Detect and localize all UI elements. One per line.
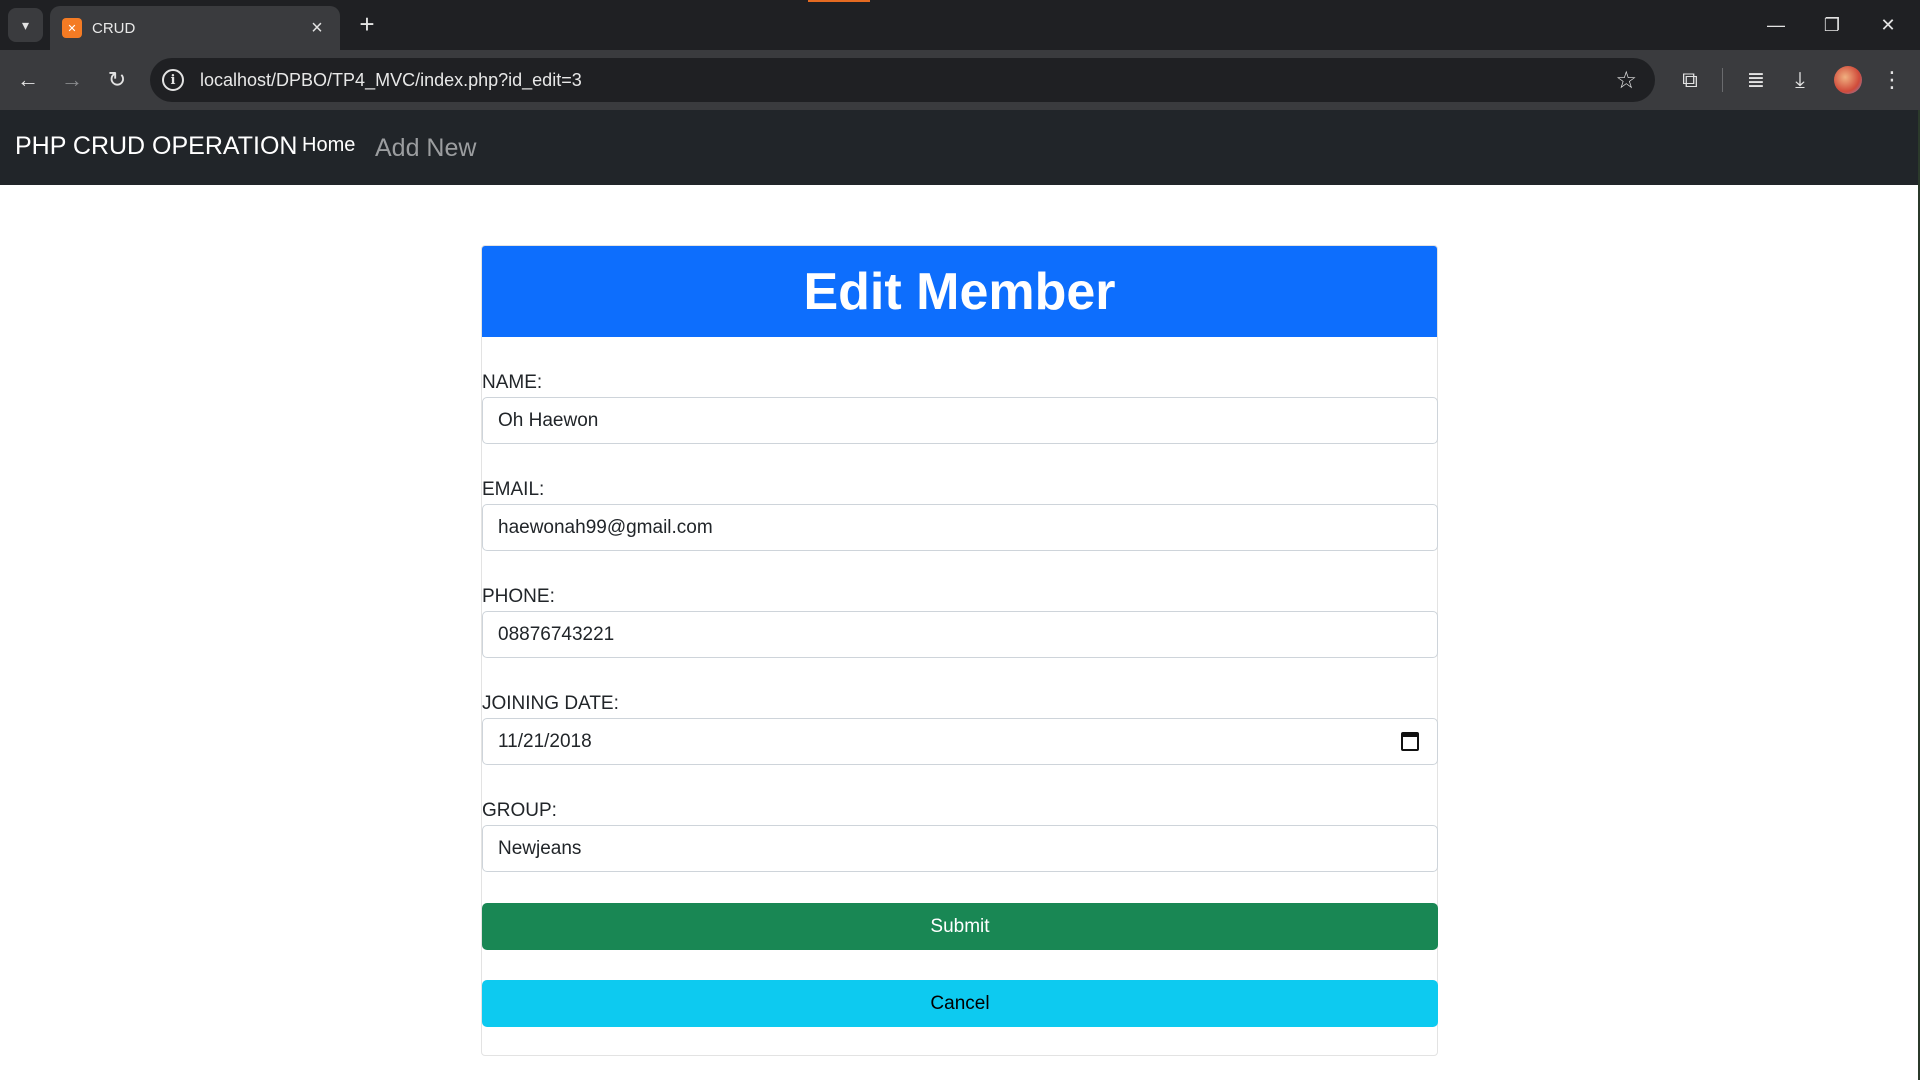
- group-value: Newjeans: [498, 837, 582, 859]
- tab-close-icon[interactable]: ×: [306, 18, 328, 38]
- email-label: EMAIL:: [482, 479, 545, 500]
- tab-search-chevron-icon[interactable]: ▾: [8, 8, 43, 42]
- window-close-icon[interactable]: ✕: [1866, 8, 1910, 42]
- joining-date-input[interactable]: 11/21/2018: [482, 718, 1438, 765]
- name-label: NAME:: [482, 372, 543, 393]
- phone-label: PHONE:: [482, 586, 555, 607]
- name-value: Oh Haewon: [498, 409, 599, 431]
- address-bar[interactable]: i localhost/DPBO/TP4_MVC/index.php?id_ed…: [150, 58, 1655, 102]
- page-title: Edit Member: [803, 262, 1116, 321]
- browser-toolbar: ← → ↻ i localhost/DPBO/TP4_MVC/index.php…: [0, 50, 1920, 110]
- calendar-icon[interactable]: [1401, 732, 1419, 751]
- group-input[interactable]: Newjeans: [482, 825, 1438, 872]
- back-arrow-icon[interactable]: ←: [12, 64, 44, 96]
- tab-title: CRUD: [92, 19, 136, 37]
- new-tab-plus-icon[interactable]: +: [352, 10, 382, 40]
- group-label: GROUP:: [482, 800, 557, 821]
- name-input[interactable]: Oh Haewon: [482, 397, 1438, 444]
- reload-icon[interactable]: ↻: [101, 64, 133, 96]
- bookmark-star-icon[interactable]: ☆: [1615, 66, 1637, 95]
- browser-tab[interactable]: ✕ CRUD ×: [50, 6, 340, 50]
- xampp-favicon-icon: ✕: [62, 18, 82, 38]
- minimize-icon[interactable]: —: [1754, 8, 1798, 42]
- phone-value: 08876743221: [498, 623, 615, 645]
- window-accent-bar: [808, 0, 870, 2]
- phone-input[interactable]: 08876743221: [482, 611, 1438, 658]
- email-value: haewonah99@gmail.com: [498, 516, 713, 538]
- card-header: Edit Member: [482, 246, 1437, 337]
- app-navbar: PHP CRUD OPERATION Home Add New: [0, 110, 1918, 185]
- browser-tabstrip: ▾ ✕ CRUD × + — ❐ ✕: [0, 0, 1920, 50]
- toolbar-divider: [1722, 68, 1723, 92]
- navbar-brand[interactable]: PHP CRUD OPERATION: [15, 132, 297, 161]
- url-text[interactable]: localhost/DPBO/TP4_MVC/index.php?id_edit…: [200, 70, 1615, 91]
- edit-member-card: Edit Member NAME: Oh Haewon EMAIL: haewo…: [481, 245, 1438, 1056]
- site-info-icon[interactable]: i: [162, 69, 184, 91]
- profile-avatar[interactable]: [1834, 66, 1862, 94]
- email-input[interactable]: haewonah99@gmail.com: [482, 504, 1438, 551]
- menu-kebab-icon[interactable]: ⋮: [1875, 64, 1909, 96]
- submit-button[interactable]: Submit: [482, 903, 1438, 950]
- cancel-button[interactable]: Cancel: [482, 980, 1438, 1027]
- joining-date-label: JOINING DATE:: [482, 693, 619, 714]
- forward-arrow-icon[interactable]: →: [56, 64, 88, 96]
- nav-link-home[interactable]: Home: [302, 134, 355, 157]
- restore-icon[interactable]: ❐: [1810, 8, 1854, 42]
- joining-date-value: 11/21/2018: [498, 730, 592, 752]
- nav-link-add-new[interactable]: Add New: [375, 134, 476, 163]
- extensions-puzzle-icon[interactable]: ⧉: [1673, 64, 1707, 96]
- download-icon[interactable]: ⤓: [1783, 64, 1817, 96]
- media-control-icon[interactable]: ≣: [1739, 64, 1773, 96]
